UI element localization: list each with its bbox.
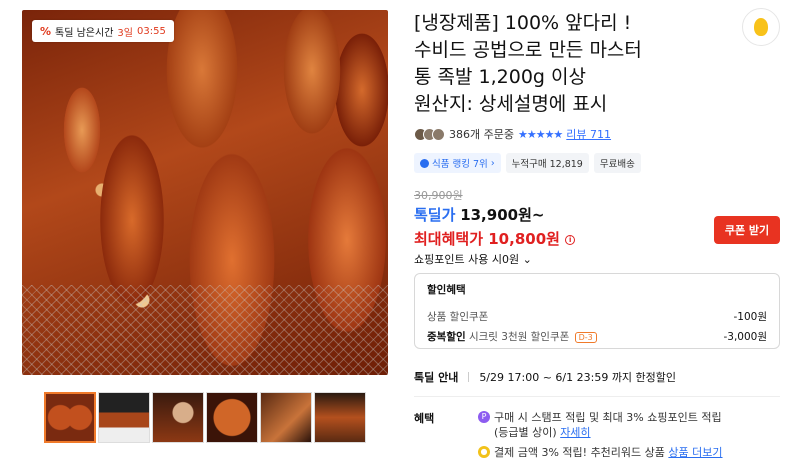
thumbnail-2[interactable] — [98, 392, 150, 443]
benefit-2-text: 결제 금액 3% 적립! 추천리워드 상품 — [494, 446, 665, 459]
discount-row: 상품 할인쿠폰 -100원 — [427, 309, 767, 324]
review-link[interactable]: 리뷰 711 — [566, 126, 611, 142]
divider — [468, 372, 470, 382]
discount-box: 할인혜택 상품 할인쿠폰 -100원 중복할인 시크릿 3천원 할인쿠폰 D-3… — [414, 273, 780, 349]
thumbnail-5[interactable] — [260, 392, 312, 443]
timer-badge: % 톡딜 남은시간 3일 03:55 — [32, 20, 174, 42]
rating-row: 386개 주문중 ★★★★★ 리뷰 711 — [414, 126, 611, 142]
percent-icon: % — [40, 24, 52, 38]
title-line-4: 원산지: 상세설명에 표시 — [414, 93, 608, 115]
benefit-item-2: ● 결제 금액 3% 적립! 추천리워드 상품 상품 더보기 — [478, 445, 723, 460]
deal-price: 톡딜가 13,900원~ — [414, 204, 544, 225]
title-line-1: [냉장제품] 100% 앞다리 ! — [414, 12, 632, 34]
chevron-down-icon: ⌄ — [522, 253, 532, 266]
timer-label: 톡딜 남은시간 — [55, 27, 114, 39]
deal-info-period: 5/29 17:00 ~ 6/1 23:59 까지 한정할인 — [479, 371, 677, 384]
max-benefit-price: 최대혜택가 10,800원 i — [414, 228, 576, 249]
benefits-label: 혜택 — [414, 412, 435, 425]
discount-row2-label: 시크릿 3천원 할인쿠폰 — [468, 331, 570, 343]
thumbnail-3[interactable] — [152, 392, 204, 443]
more-products-link[interactable]: 상품 더보기 — [668, 446, 722, 459]
discount-row2-amount: -3,000원 — [723, 331, 767, 343]
discount-row: 중복할인 시크릿 3천원 할인쿠폰 D-3 -3,000원 — [427, 329, 767, 344]
title-line-3: 통 족발 1,200g 이상 — [414, 66, 586, 88]
cumulative-tag: 누적구매 12,819 — [505, 153, 589, 173]
section-divider — [414, 396, 780, 397]
rank-tag[interactable]: 식품 랭킹 7위 › — [414, 153, 501, 173]
thumbnail-1[interactable] — [44, 392, 96, 443]
deal-price-label: 톡딜가 — [414, 206, 456, 224]
discount-title: 할인혜택 — [427, 284, 466, 296]
coupon-button[interactable]: 쿠폰 받기 — [714, 216, 780, 244]
rank-icon — [420, 158, 429, 168]
thumbnail-6[interactable] — [314, 392, 366, 443]
points-text: 쇼핑포인트 사용 시0원 — [414, 253, 520, 266]
benefit-item-1: P 구매 시 스탬프 적립 및 최대 3% 쇼핑포인트 적립 (등급별 상이) … — [478, 410, 722, 440]
max-price-value: 10,800원 — [488, 230, 560, 248]
thumbnail-4[interactable] — [206, 392, 258, 443]
tag-row: 식품 랭킹 7위 › 누적구매 12,819 무료배송 — [414, 153, 641, 173]
discount-row2-bold: 중복할인 — [427, 331, 466, 343]
timer-time: 03:55 — [136, 25, 166, 37]
deal-info: 톡딜 안내 5/29 17:00 ~ 6/1 23:59 까지 한정할인 — [414, 369, 676, 385]
shipping-tag: 무료배송 — [593, 153, 641, 173]
benefit-1-text: 구매 시 스탬프 적립 및 최대 3% 쇼핑포인트 적립 — [494, 411, 722, 424]
max-price-label: 최대혜택가 — [414, 230, 484, 248]
title-line-2: 수비드 공법으로 만든 마스터 — [414, 39, 642, 61]
coin-icon — [754, 18, 768, 36]
thumbnail-strip — [44, 392, 366, 443]
benefit-detail-link[interactable]: 자세히 — [560, 426, 590, 439]
discount-row1-amount: -100원 — [733, 311, 768, 323]
reward-icon: ● — [478, 446, 490, 458]
d-day-badge: D-3 — [574, 332, 597, 343]
buyer-avatars — [414, 127, 445, 141]
grill-texture — [22, 285, 388, 375]
order-count: 386개 주문중 — [449, 128, 514, 141]
timer-days: 3일 — [117, 27, 133, 39]
product-title: [냉장제품] 100% 앞다리 ! 수비드 공법으로 만든 마스터 통 족발 1… — [414, 10, 714, 118]
deal-price-value: 13,900원~ — [460, 206, 545, 224]
deal-info-label: 톡딜 안내 — [414, 371, 459, 384]
point-icon: P — [478, 411, 490, 423]
product-main-image — [22, 10, 388, 375]
info-icon[interactable]: i — [565, 234, 576, 245]
points-dropdown[interactable]: 쇼핑포인트 사용 시0원 ⌄ — [414, 251, 532, 267]
discount-row1-label: 상품 할인쿠폰 — [427, 311, 489, 323]
benefit-1-text2: (등급별 상이) — [494, 426, 557, 439]
star-rating: ★★★★★ — [517, 127, 563, 141]
original-price: 30,900원 — [414, 189, 463, 202]
favorite-button[interactable] — [742, 8, 780, 46]
